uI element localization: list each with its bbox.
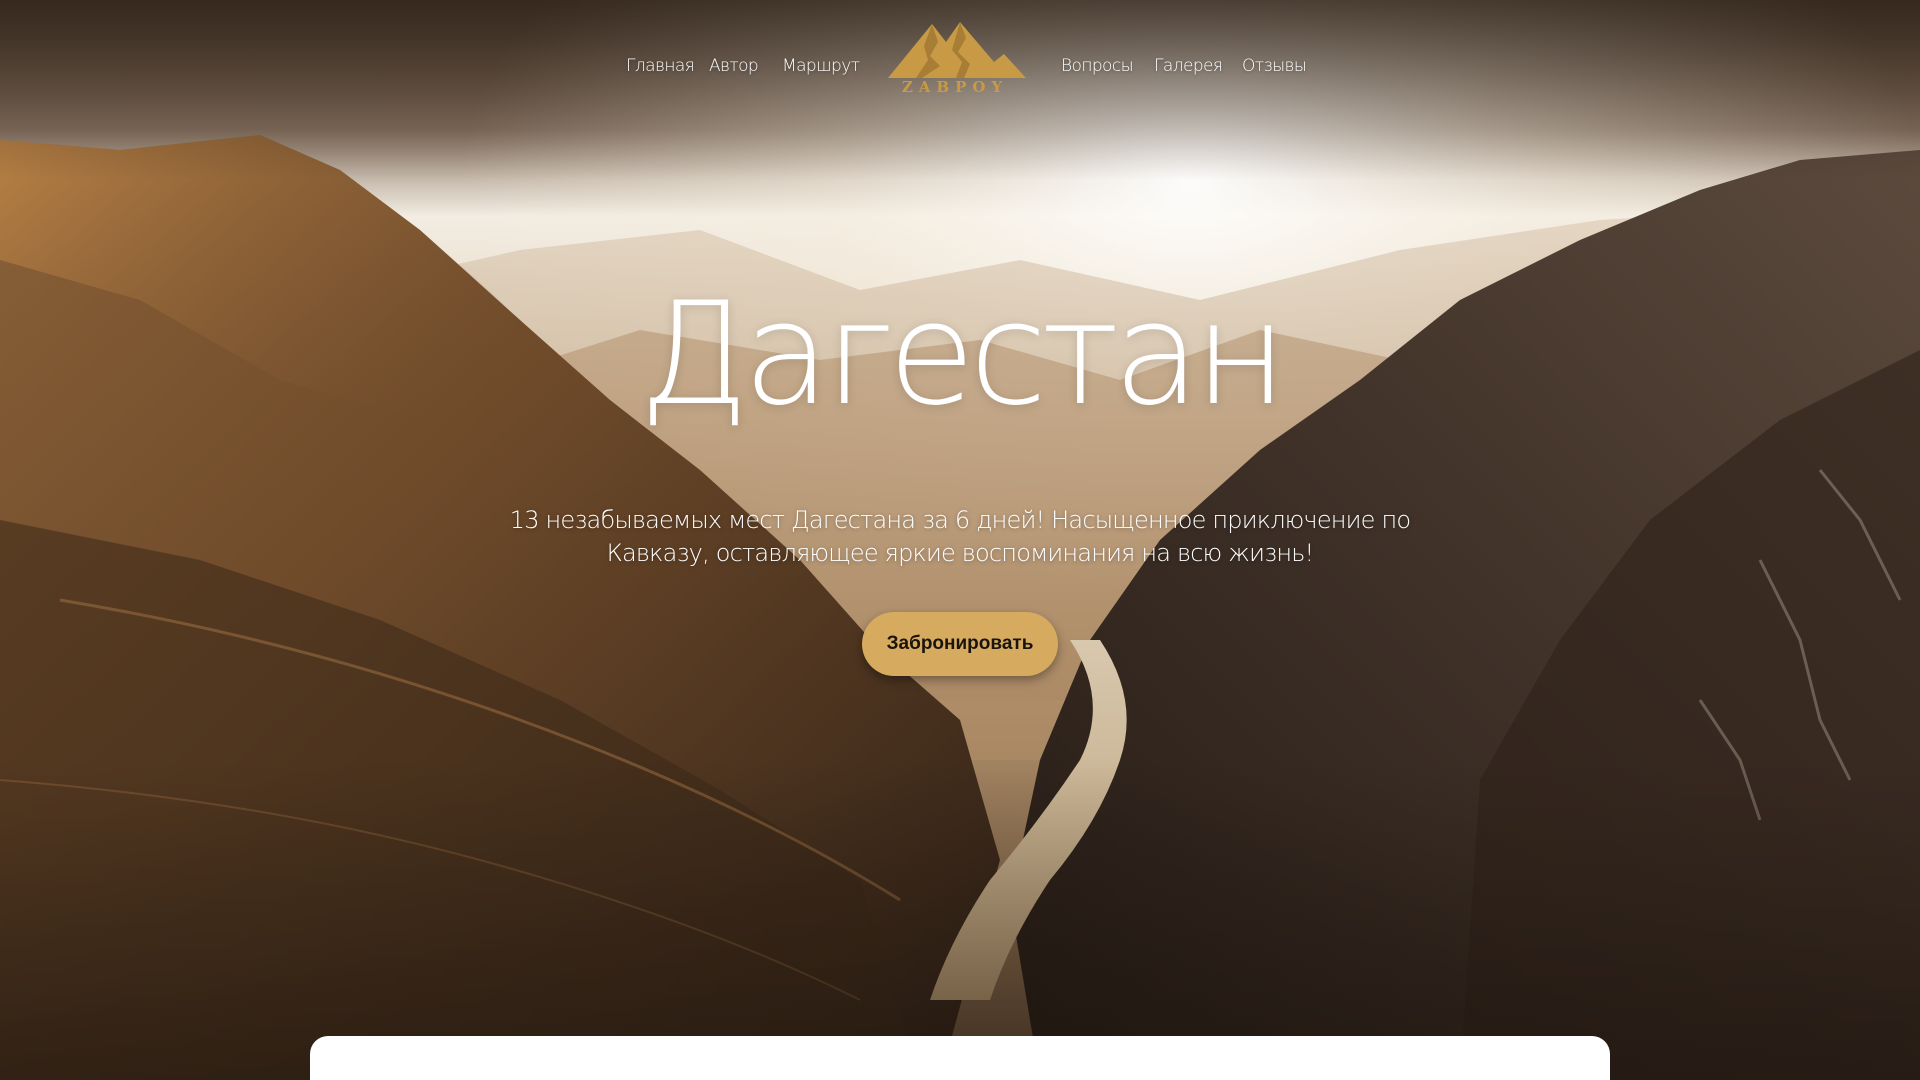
content-card (310, 1036, 1610, 1080)
book-button[interactable]: Забронировать (862, 612, 1058, 676)
hero-subtitle-line-1: 13 незабываемых мест Дагестана за 6 дней… (509, 506, 1411, 534)
nav-link-home[interactable]: Главная (626, 56, 695, 76)
mountain-logo-icon (888, 22, 1026, 78)
hero-section: Главная Автор Маршрут ZABPOY · · · · · ·… (0, 0, 1920, 1080)
nav-link-reviews[interactable]: Отзывы (1242, 56, 1307, 76)
main-navigation: Главная Автор Маршрут ZABPOY · · · · · ·… (0, 0, 1920, 140)
nav-link-author[interactable]: Автор (709, 56, 759, 76)
logo-tagline: · · · · · · · · · · · · · (922, 108, 988, 114)
logo-wordmark: ZABPOY (901, 78, 1009, 96)
hero-title: Дагестан (638, 272, 1287, 437)
hero-subtitle-line-2: Кавказу, оставляющее яркие воспоминания … (606, 539, 1315, 567)
nav-link-faq[interactable]: Вопросы (1061, 56, 1134, 76)
site-logo[interactable]: ZABPOY · · · · · · · · · · · · · (880, 16, 1030, 122)
nav-link-gallery[interactable]: Галерея (1154, 56, 1223, 76)
nav-link-route[interactable]: Маршрут (782, 56, 860, 76)
hero-subtitle: 13 незабываемых мест Дагестана за 6 дней… (500, 504, 1420, 570)
